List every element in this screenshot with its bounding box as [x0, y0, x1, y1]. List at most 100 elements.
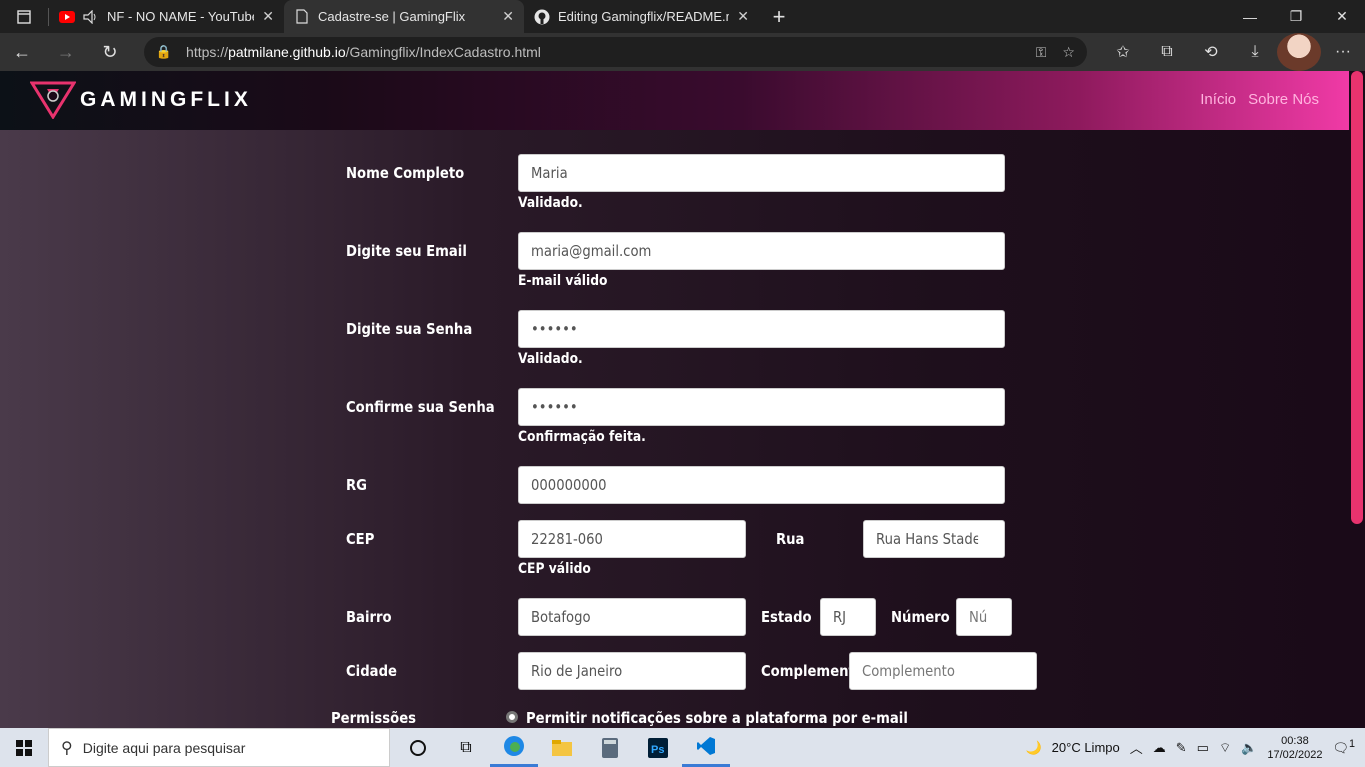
windows-start-icon[interactable] [0, 728, 48, 767]
site-header: GAMINGFLIX Início Sobre Nós [0, 71, 1349, 130]
url-field[interactable]: 🔒 https://patmilane.github.io/Gamingflix… [143, 37, 1087, 67]
cidade-input[interactable]: Rio de Janeiro [518, 652, 746, 690]
email-validation-msg: E-mail válido [518, 273, 608, 289]
senha-value: •••••• [531, 320, 578, 338]
address-bar: ← → ↻ 🔒 https://patmilane.github.io/Gami… [0, 33, 1365, 71]
speaker-icon[interactable] [83, 9, 99, 25]
web-page: GAMINGFLIX Início Sobre Nós Nome Complet… [0, 71, 1349, 728]
onedrive-icon[interactable]: ☁ [1153, 740, 1166, 756]
clock-time: 00:38 [1281, 734, 1309, 747]
nav-inicio-link[interactable]: Início [1200, 91, 1236, 108]
page-icon [294, 9, 310, 25]
url-actions: ⚿ ☆ [1036, 44, 1075, 61]
restore-icon[interactable]: ❐ [1273, 0, 1319, 33]
nome-label: Nome Completo [346, 164, 465, 182]
chevron-up-icon[interactable]: ︿ [1130, 738, 1143, 757]
rg-input[interactable]: 000000000 [518, 466, 1005, 504]
cortana-icon[interactable] [394, 728, 442, 767]
complemento-placeholder: Complemento [862, 662, 955, 680]
vscode-icon[interactable] [682, 728, 730, 767]
browser-toolbar: ✩ ⧉ ⟲ ⤓ ··· [1101, 33, 1365, 71]
wifi-icon[interactable]: ⌔ [1219, 740, 1231, 756]
window-controls: — ❐ ✕ [1227, 0, 1365, 33]
add-favorite-icon[interactable]: ☆ [1062, 44, 1075, 61]
notificacoes-option-label[interactable]: Permitir notificações sobre a plataforma… [526, 709, 908, 727]
confirma-senha-msg: Confirmação feita. [518, 429, 646, 445]
photoshop-icon[interactable]: Ps [634, 728, 682, 767]
key-icon[interactable]: ⚿ [1036, 44, 1047, 61]
cep-validation-msg: CEP válido [518, 561, 591, 577]
nome-validation-msg: Validado. [518, 195, 583, 211]
close-window-icon[interactable]: ✕ [1319, 0, 1365, 33]
github-icon [534, 9, 550, 25]
email-value: maria@gmail.com [531, 242, 652, 260]
rua-value: Rua Hans Staden [876, 530, 979, 548]
profile-avatar[interactable] [1276, 33, 1321, 71]
confirma-senha-label: Confirme sua Senha [346, 398, 495, 416]
collections-icon[interactable]: ⧉ [1145, 33, 1189, 71]
more-menu-icon[interactable]: ··· [1321, 33, 1365, 71]
pen-icon[interactable]: ✎ [1176, 740, 1187, 756]
url-path: /Gamingflix/IndexCadastro.html [345, 44, 541, 60]
edge-icon[interactable] [490, 728, 538, 767]
history-icon[interactable]: ⟲ [1189, 33, 1233, 71]
cep-input[interactable]: 22281-060 [518, 520, 746, 558]
site-logo[interactable]: GAMINGFLIX [30, 81, 252, 119]
url-prefix: https:// [186, 44, 229, 60]
nome-input[interactable]: Maria [518, 154, 1005, 192]
estado-input[interactable]: RJ [820, 598, 876, 636]
close-icon[interactable]: ✕ [262, 8, 274, 25]
search-icon: ⚲ [61, 739, 73, 757]
notificacoes-radio[interactable] [506, 711, 518, 723]
calculator-icon[interactable] [586, 728, 634, 767]
volume-icon[interactable]: 🔈 [1241, 740, 1257, 756]
nome-value: Maria [531, 164, 568, 182]
close-icon[interactable]: ✕ [502, 8, 514, 25]
taskbar-search[interactable]: ⚲ Digite aqui para pesquisar [48, 728, 390, 767]
refresh-icon[interactable]: ↻ [88, 33, 132, 71]
confirma-senha-input[interactable]: •••••• [518, 388, 1005, 426]
youtube-icon [59, 9, 75, 25]
logo-text: GAMINGFLIX [80, 88, 252, 111]
site-nav: Início Sobre Nós [1200, 91, 1319, 108]
battery-icon[interactable]: ▭ [1197, 740, 1209, 756]
bairro-value: Botafogo [531, 608, 591, 626]
notifications-icon[interactable]: 🗨1 [1332, 738, 1355, 756]
lock-icon[interactable]: 🔒 [156, 44, 172, 60]
email-label: Digite seu Email [346, 242, 467, 260]
notifications-count: 1 [1348, 738, 1355, 751]
windows-taskbar: ⚲ Digite aqui para pesquisar ⧉ Ps 🌙 20°C… [0, 728, 1365, 767]
favorites-icon[interactable]: ✩ [1101, 33, 1145, 71]
new-tab-icon[interactable]: + [759, 0, 799, 33]
forward-icon[interactable]: → [44, 33, 88, 71]
bairro-input[interactable]: Botafogo [518, 598, 746, 636]
estado-label: Estado [761, 608, 812, 626]
tab-title: Editing Gamingflix/README.md [558, 9, 730, 24]
rua-input[interactable]: Rua Hans Staden [863, 520, 1005, 558]
senha-input[interactable]: •••••• [518, 310, 1005, 348]
close-icon[interactable]: ✕ [737, 8, 749, 25]
nav-sobre-nos-link[interactable]: Sobre Nós [1248, 91, 1319, 108]
permissoes-label: Permissões [331, 709, 417, 727]
file-explorer-icon[interactable] [538, 728, 586, 767]
scrollbar-thumb[interactable] [1351, 71, 1363, 524]
cidade-value: Rio de Janeiro [531, 662, 623, 680]
numero-input[interactable]: Nú [956, 598, 1012, 636]
clock[interactable]: 00:38 17/02/2022 [1267, 734, 1322, 762]
tab-cadastro[interactable]: Cadastre-se | GamingFlix ✕ [284, 0, 524, 33]
minimize-icon[interactable]: — [1227, 0, 1273, 33]
cidade-label: Cidade [346, 662, 397, 680]
weather-text[interactable]: 20°C Limpo [1052, 740, 1120, 755]
tab-github[interactable]: Editing Gamingflix/README.md ✕ [524, 0, 759, 33]
complemento-input[interactable]: Complemento [849, 652, 1037, 690]
email-input[interactable]: maria@gmail.com [518, 232, 1005, 270]
clock-date: 17/02/2022 [1267, 748, 1323, 761]
tab-actions-icon[interactable] [0, 0, 48, 33]
url-host: patmilane.github.io [228, 44, 346, 60]
back-icon[interactable]: ← [0, 33, 44, 71]
weather-moon-icon[interactable]: 🌙 [1025, 740, 1041, 756]
downloads-icon[interactable]: ⤓ [1233, 33, 1277, 71]
rg-label: RG [346, 476, 368, 494]
task-view-icon[interactable]: ⧉ [442, 728, 490, 767]
tab-youtube[interactable]: NF - NO NAME - YouTube ✕ [49, 0, 284, 33]
